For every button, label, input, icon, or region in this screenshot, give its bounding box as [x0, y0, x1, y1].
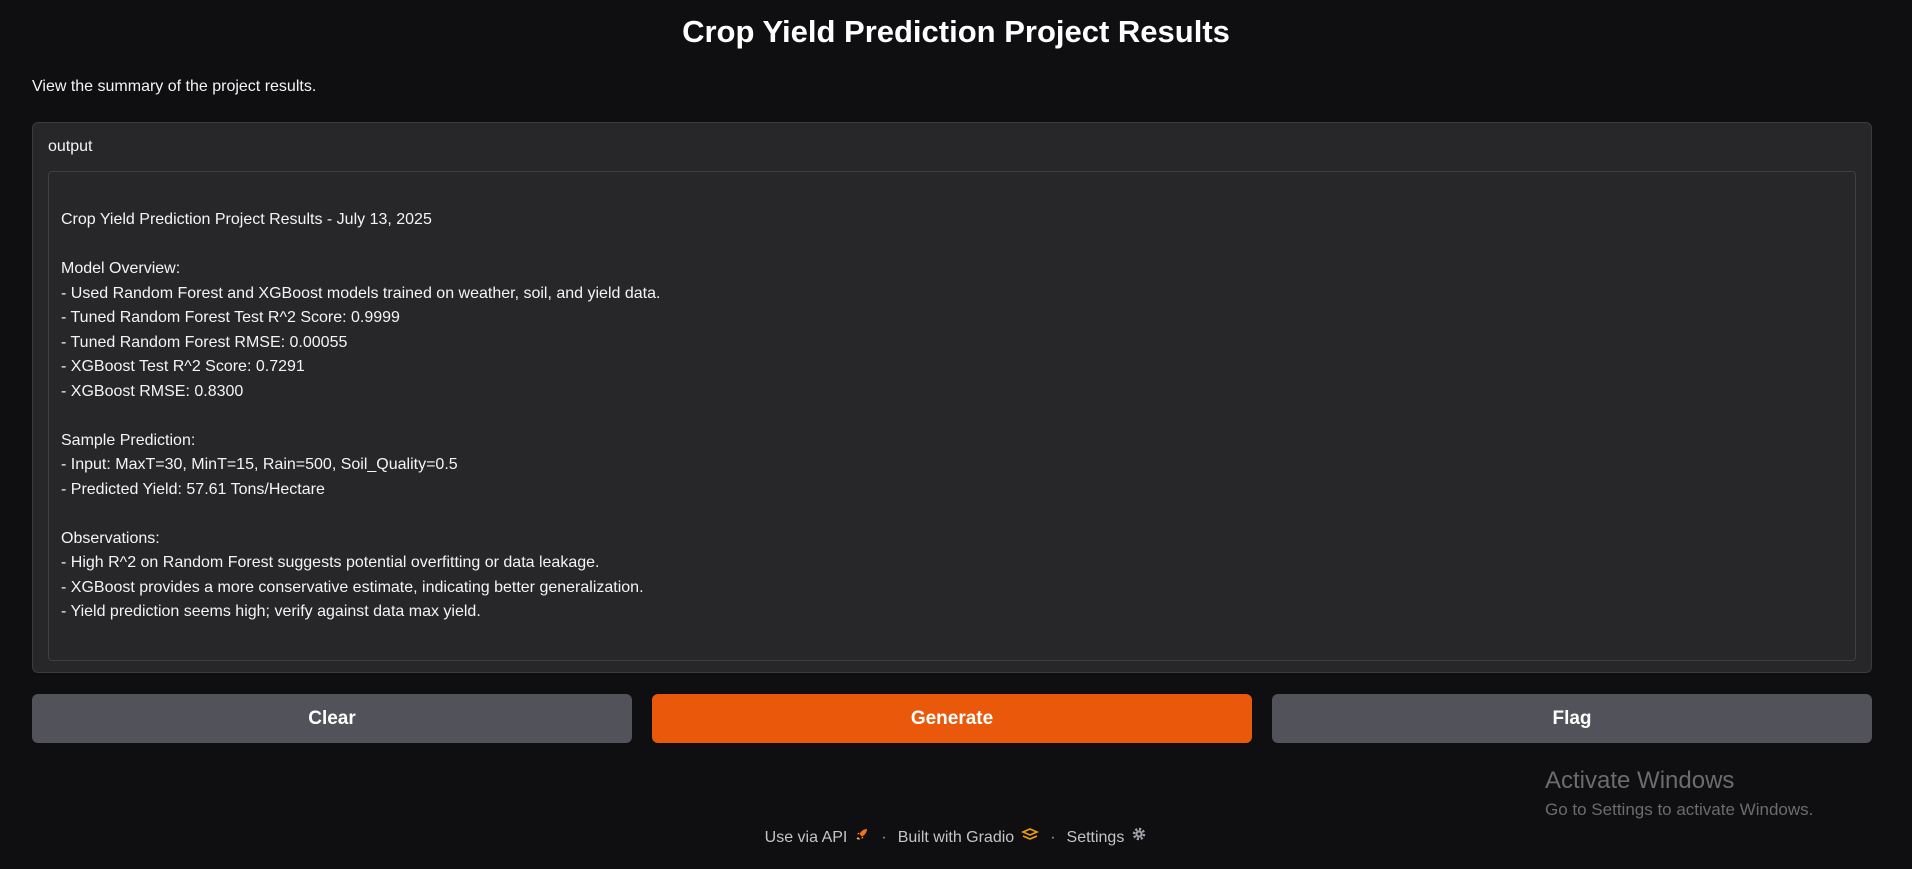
built-with-gradio-link[interactable]: Built with Gradio	[898, 827, 1040, 849]
footer: Use via API · Built with Gradio · Settin…	[0, 826, 1912, 849]
flag-button[interactable]: Flag	[1272, 694, 1872, 743]
built-with-gradio-label: Built with Gradio	[897, 828, 1015, 846]
output-label: output	[48, 138, 93, 155]
generate-button[interactable]: Generate	[652, 694, 1252, 743]
gradio-logo-icon	[1021, 827, 1040, 849]
output-line: - Tuned Random Forest Test R^2 Score: 0.…	[61, 309, 400, 326]
output-line: - Yield prediction seems high; verify ag…	[61, 603, 481, 620]
output-line: - Predicted Yield: 57.61 Tons/Hectare	[61, 480, 325, 498]
output-textbox[interactable]: Crop Yield Prediction Project Results - …	[48, 171, 1856, 661]
output-line: Sample Prediction:	[61, 431, 196, 449]
activate-windows-title: Activate Windows	[1545, 767, 1735, 794]
output-line: - XGBoost RMSE: 0.8300	[61, 382, 244, 400]
output-line: - XGBoost provides a more conservative e…	[61, 578, 644, 596]
output-line: - XGBoost Test R^2 Score: 0.7291	[61, 358, 305, 375]
output-line: Model Overview:	[61, 260, 181, 277]
output-line: - Used Random Forest and XGBoost models …	[61, 284, 661, 302]
settings-label: Settings	[1066, 828, 1125, 846]
use-via-api-label: Use via API	[764, 828, 848, 846]
footer-separator: ·	[881, 828, 887, 846]
activate-windows-subtitle: Go to Settings to activate Windows.	[1545, 800, 1814, 819]
use-via-api-link[interactable]: Use via API	[765, 826, 871, 849]
rocket-icon	[854, 826, 870, 849]
output-line: - Tuned Random Forest RMSE: 0.00055	[61, 333, 348, 351]
clear-button[interactable]: Clear	[32, 694, 632, 743]
output-line: - High R^2 on Random Forest suggests pot…	[61, 554, 600, 571]
footer-separator: ·	[1050, 828, 1056, 846]
page-description: View the summary of the project results.	[32, 78, 317, 95]
output-line: Crop Yield Prediction Project Results - …	[61, 211, 432, 228]
page-title: Crop Yield Prediction Project Results	[682, 14, 1230, 49]
output-line: - Input: MaxT=30, MinT=15, Rain=500, Soi…	[61, 456, 458, 473]
output-line: Observations:	[61, 529, 160, 547]
settings-link[interactable]: Settings	[1067, 826, 1148, 849]
gear-icon	[1131, 826, 1147, 849]
gradio-app: Crop Yield Prediction Project Results Vi…	[0, 0, 1912, 869]
output-block: output Crop Yield Prediction Project Res…	[32, 122, 1872, 673]
